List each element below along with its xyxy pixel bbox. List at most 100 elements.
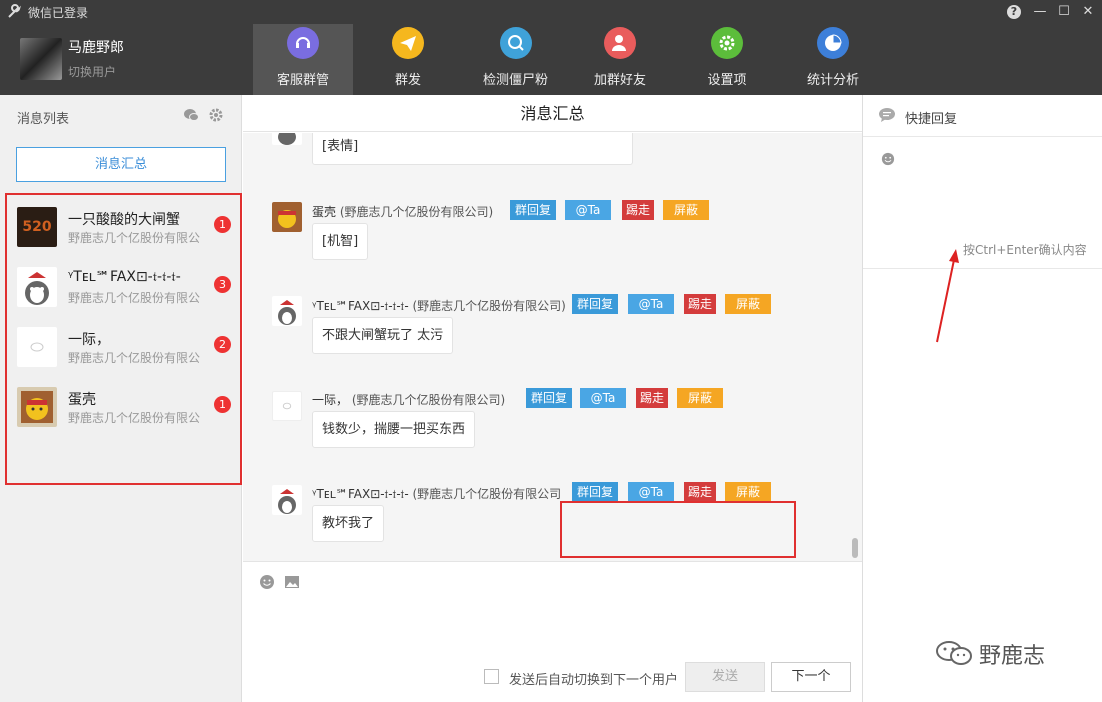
kick-button[interactable]: 踢走	[684, 294, 716, 314]
page-title: 消息汇总	[243, 95, 862, 132]
headset-icon	[287, 27, 319, 59]
quick-reply-header: 快捷回复	[863, 95, 1102, 137]
contact-item[interactable]: 520 一只酸酸的大闸蟹 野鹿志几个亿股份有限公 1	[17, 203, 232, 251]
contact-name: 一只酸酸的大闸蟹	[68, 212, 180, 228]
message-bubble: 不跟大闸蟹玩了 太污	[312, 317, 454, 354]
sender-name: 一际，	[312, 393, 349, 407]
message-bubble: 教坏我了	[312, 505, 385, 542]
contact-avatar	[17, 387, 57, 427]
switch-user-link[interactable]: 切换用户	[68, 63, 116, 80]
ctrl-enter-hint: 按Ctrl+Enter确认内容	[963, 243, 1087, 257]
sender-name: ᵞTᴇʟ℠FAX⊡-𝔱-𝔱-𝔱-	[312, 299, 409, 313]
sender-name: ᵞTᴇʟ℠FAX⊡-𝔱-𝔱-𝔱-	[312, 487, 409, 501]
message-summary-button[interactable]: 消息汇总	[16, 147, 226, 182]
group-reply-button[interactable]: 群回复	[572, 294, 618, 314]
sender-group: (野鹿志几个亿股份有限公司)	[412, 299, 566, 313]
message-bubble: 钱数少，揣腰一把买东西	[312, 411, 476, 448]
tab-label: 统计分析	[806, 73, 859, 88]
tab-label: 设置项	[707, 73, 747, 88]
sender-avatar	[272, 296, 302, 326]
message-sender: 一际， (野鹿志几个亿股份有限公司)	[312, 391, 505, 408]
message-bubble: [表情]	[312, 133, 633, 165]
image-icon[interactable]	[284, 574, 300, 590]
auto-switch-label: 发送后自动切换到下一个用户	[509, 673, 679, 688]
sender-avatar	[272, 202, 302, 232]
window-title: 微信已登录	[28, 6, 89, 20]
sender-avatar	[272, 133, 302, 145]
auto-switch-checkbox[interactable]	[484, 669, 499, 684]
contact-list: 520 一只酸酸的大闸蟹 野鹿志几个亿股份有限公 1 ᵞTᴇʟ℠FAX⊡-𝔱-𝔱…	[5, 193, 242, 485]
contact-item[interactable]: ᵞTᴇʟ℠FAX⊡-𝔱-𝔱-𝔱- 野鹿志几个亿股份有限公 3	[17, 263, 232, 311]
tab-label: 群发	[394, 73, 421, 88]
message-feed[interactable]: [表情] 蛋壳 (野鹿志几个亿股份有限公司) 群回复 @Ta 踢走 屏蔽 [机智…	[243, 133, 862, 561]
message-input-area[interactable]: 发送后自动切换到下一个用户 发送 下一个	[243, 561, 862, 702]
message-sender: ᵞTᴇʟ℠FAX⊡-𝔱-𝔱-𝔱- (野鹿志几个亿股份有限公司)	[312, 297, 566, 314]
chat-bubble-icon	[879, 108, 895, 122]
wechat-icon[interactable]	[183, 107, 199, 123]
block-button[interactable]: 屏蔽	[725, 294, 771, 314]
scan-icon	[499, 27, 532, 59]
group-reply-button[interactable]: 群回复	[572, 482, 618, 502]
watermark: 野鹿志	[935, 638, 1085, 669]
emoji-icon[interactable]	[259, 574, 275, 590]
tab-label: 客服群管	[276, 73, 329, 88]
contact-avatar	[17, 267, 57, 307]
contact-item[interactable]: 一际， 野鹿志几个亿股份有限公 2	[17, 323, 232, 371]
tab-add-group-friends[interactable]: 加群好友	[575, 24, 665, 95]
kick-button[interactable]: 踢走	[684, 482, 716, 502]
tab-broadcast[interactable]: 群发	[363, 24, 453, 95]
watermark-text: 野鹿志	[979, 644, 1046, 669]
at-ta-button[interactable]: @Ta	[628, 294, 674, 314]
block-button[interactable]: 屏蔽	[677, 388, 723, 408]
emoji-icon[interactable]	[881, 152, 895, 166]
close-button[interactable]: ✕	[1077, 2, 1099, 22]
scrollbar[interactable]	[852, 538, 858, 558]
contact-item[interactable]: 蛋壳 野鹿志几个亿股份有限公 1	[17, 383, 232, 431]
kick-button[interactable]: 踢走	[622, 200, 654, 220]
sender-name: 蛋壳	[312, 205, 337, 219]
message-sender: ᵞTᴇʟ℠FAX⊡-𝔱-𝔱-𝔱- (野鹿志几个亿股份有限公司	[312, 485, 561, 502]
block-button[interactable]: 屏蔽	[725, 482, 771, 502]
block-button[interactable]: 屏蔽	[663, 200, 709, 220]
contact-name: 一际，	[68, 332, 110, 348]
send-button[interactable]: 发送	[685, 662, 765, 692]
wrench-icon	[8, 4, 21, 18]
user-avatar[interactable]	[20, 38, 62, 80]
tab-customer-service[interactable]: 客服群管	[253, 24, 353, 95]
contact-group: 野鹿志几个亿股份有限公	[68, 411, 201, 425]
next-button[interactable]: 下一个	[771, 662, 851, 692]
message-list-pane: 消息列表 消息汇总 520 一只酸酸的大闸蟹 野鹿志几个亿股份有限公 1 ᵞTᴇ…	[0, 95, 242, 702]
add-user-icon	[604, 27, 636, 59]
user-name: 马鹿野郎	[68, 40, 124, 56]
contact-group: 野鹿志几个亿股份有限公	[68, 351, 201, 365]
quick-reply-pane: 快捷回复 按Ctrl+Enter确认内容 野鹿志	[862, 95, 1102, 702]
settings-icon[interactable]	[208, 107, 224, 123]
message-bubble: [机智]	[312, 223, 369, 260]
unread-badge: 3	[214, 276, 231, 293]
sender-avatar	[272, 485, 302, 515]
minimize-button[interactable]: —	[1029, 2, 1051, 22]
tab-settings[interactable]: 设置项	[682, 24, 772, 95]
group-reply-button[interactable]: 群回复	[510, 200, 556, 220]
at-ta-button[interactable]: @Ta	[628, 482, 674, 502]
contact-avatar	[17, 327, 57, 367]
maximize-button[interactable]: ☐	[1053, 2, 1075, 22]
header: 马鹿野郎 切换用户 客服群管 群发 检测僵尸粉 加群好友 设置项 统计分析	[0, 24, 1102, 95]
group-reply-button[interactable]: 群回复	[526, 388, 572, 408]
tab-detect-zombie[interactable]: 检测僵尸粉	[468, 24, 563, 95]
contact-avatar: 520	[17, 207, 57, 247]
help-button[interactable]: ?	[1003, 2, 1025, 22]
message-summary-pane: 消息汇总 [表情] 蛋壳 (野鹿志几个亿股份有限公司) 群回复 @Ta 踢走 屏…	[243, 95, 862, 702]
title-bar: 微信已登录 ? — ☐ ✕	[0, 0, 1102, 24]
quick-reply-editor[interactable]: 按Ctrl+Enter确认内容	[863, 137, 1102, 269]
tab-statistics[interactable]: 统计分析	[788, 24, 878, 95]
tab-label: 检测僵尸粉	[482, 73, 548, 88]
paper-plane-icon	[392, 27, 424, 59]
at-ta-button[interactable]: @Ta	[565, 200, 611, 220]
quick-reply-title: 快捷回复	[905, 112, 958, 127]
gear-icon	[711, 27, 743, 59]
help-icon: ?	[1007, 5, 1021, 19]
sender-group: (野鹿志几个亿股份有限公司	[412, 487, 562, 501]
at-ta-button[interactable]: @Ta	[580, 388, 626, 408]
kick-button[interactable]: 踢走	[636, 388, 668, 408]
